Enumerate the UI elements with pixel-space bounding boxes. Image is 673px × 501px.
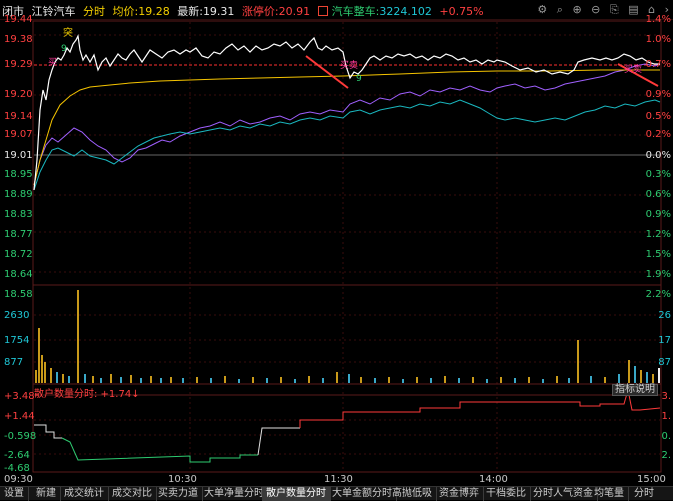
pct-tick: 0.2% <box>645 129 671 140</box>
volume-tick: 2630 <box>4 310 30 321</box>
indicator-line-white <box>34 424 62 439</box>
tab-new[interactable]: 新建 <box>32 487 61 501</box>
indicator-tick: +1.44 <box>4 411 35 422</box>
price-tick: 18.72 <box>4 249 33 260</box>
tab-retail-count[interactable]: 散户数量分时 <box>262 487 331 501</box>
volume-bars <box>35 290 660 383</box>
grid-lines <box>34 22 660 472</box>
time-tick: 10:30 <box>168 474 197 485</box>
time-tick: 15:00 <box>637 474 666 485</box>
price-tick: 18.58 <box>4 289 33 300</box>
pct-tick: 1.5% <box>645 249 671 260</box>
tab-fund-game[interactable]: 资金博弈 <box>435 487 484 501</box>
price-tick: 19.07 <box>4 129 33 140</box>
pct-tick: 0.9% <box>645 209 671 220</box>
stock-intraday-app: 闭市 江铃汽车 分时 均价:19.28 最新:19.31 涨停价:20.91 汽… <box>0 0 673 501</box>
tab-high-low[interactable]: 高抛低吸 <box>388 487 437 501</box>
annotation-tu: 突 <box>63 28 73 39</box>
price-tick: 19.29 <box>4 59 33 70</box>
indicator-tick: -0.598 <box>4 431 37 442</box>
price-tick: 19.14 <box>4 111 33 122</box>
tab-trade-stats[interactable]: 成交统计 <box>60 487 109 501</box>
time-tick: 14:00 <box>479 474 508 485</box>
purple-indicator-line <box>33 63 661 186</box>
price-tick: 18.64 <box>4 269 33 280</box>
tab-trade-compare[interactable]: 成交对比 <box>108 487 157 501</box>
pct-tick: 2.2% <box>645 289 671 300</box>
annotation-buy: 买 <box>48 58 58 68</box>
pct-tick: 1.2% <box>645 229 671 240</box>
annotation-buysell-1: 买卖 <box>340 61 359 71</box>
indicator-help-button[interactable]: 指标说明 <box>612 384 658 396</box>
volume-tick-right: 17 <box>658 335 671 346</box>
tab-settings[interactable]: 设置 <box>0 487 29 501</box>
time-tick: 11:30 <box>324 474 353 485</box>
annotation-nine-a: 9 <box>61 44 67 54</box>
price-tick: 18.77 <box>4 229 33 240</box>
pct-tick: 0.5% <box>645 111 671 122</box>
indicator-tick-right: 3. <box>661 391 671 402</box>
tab-buy-sell-force[interactable]: 买卖力道 <box>154 487 203 501</box>
tab-big-order-amount[interactable]: 大单金额分时 <box>328 487 397 501</box>
tab-order-ratio[interactable]: 干档委比 <box>482 487 531 501</box>
volume-tick-right: 87 <box>658 357 671 368</box>
annotation-nine-b: 9 <box>356 74 362 84</box>
volume-tick: 877 <box>4 357 24 368</box>
indicator-line-white-2 <box>257 427 300 456</box>
tab-intraday[interactable]: 分时 <box>630 487 658 501</box>
tab-popularity-fund[interactable]: 分时人气资金 <box>529 487 598 501</box>
indicator-tick-right: 0. <box>661 431 671 442</box>
price-tick: 19.01 <box>4 150 33 161</box>
price-tick: 19.38 <box>4 34 33 45</box>
indicator-tick: -4.68 <box>4 463 30 474</box>
pct-tick: 1.0% <box>645 34 671 45</box>
indicator-line-red <box>299 389 661 428</box>
cyan-indicator-line <box>33 99 661 191</box>
panel-borders <box>32 20 662 473</box>
pct-tick: 0.0% <box>645 150 671 161</box>
price-tick: 18.95 <box>4 169 33 180</box>
tab-avg-lot[interactable]: 均笔量 <box>590 487 629 501</box>
price-tick: 18.83 <box>4 209 33 220</box>
indicator-title[interactable]: 散户数量分时: +1.74↓ <box>34 385 140 400</box>
pct-tick: 0.3% <box>645 169 671 180</box>
annotation-buysell-2: 买卖 <box>624 65 643 75</box>
price-tick: 18.89 <box>4 189 33 200</box>
indicator-tick-right: 2. <box>661 450 671 461</box>
price-tick: 19.20 <box>4 89 33 100</box>
volume-tick: 1754 <box>4 335 30 346</box>
indicator-tick-right: 1. <box>661 411 671 422</box>
volume-tick-right: 26 <box>658 310 671 321</box>
pct-tick: 1.4% <box>645 14 671 25</box>
pct-tick: 0.6% <box>645 189 671 200</box>
pct-tick: 0.9% <box>645 89 671 100</box>
indicator-line-green <box>61 437 258 463</box>
time-tick: 09:30 <box>4 474 33 485</box>
tab-big-order-net[interactable]: 大单净量分时 <box>200 487 269 501</box>
pct-tick: 0.7% <box>645 59 671 70</box>
price-tick: 19.44 <box>4 14 33 25</box>
indicator-tick: -2.64 <box>4 450 30 461</box>
indicator-tab-bar: 设置 新建 成交统计 成交对比 买卖力道 大单净量分时 散户数量分时 大单金额分… <box>0 486 673 501</box>
pct-tick: 1.9% <box>645 269 671 280</box>
indicator-tick: +3.48 <box>4 391 35 402</box>
intraday-chart[interactable] <box>0 0 673 500</box>
